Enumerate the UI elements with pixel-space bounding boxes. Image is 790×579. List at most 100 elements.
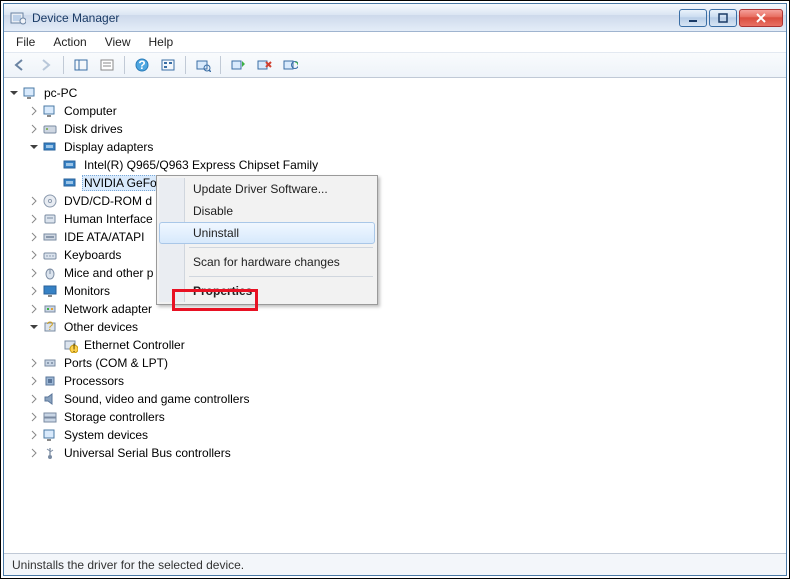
maximize-button[interactable] <box>709 9 737 27</box>
titlebar: Device Manager <box>4 4 786 32</box>
toolbar-separator <box>185 56 186 74</box>
expander-icon[interactable] <box>28 411 40 423</box>
sound-icon <box>42 391 58 407</box>
dvd-icon <box>42 193 58 209</box>
menu-help[interactable]: Help <box>141 34 182 50</box>
node-dvd[interactable]: DVD/CD-ROM d <box>62 193 154 209</box>
expander-icon[interactable] <box>28 285 40 297</box>
expander-icon[interactable] <box>8 87 20 99</box>
minimize-button[interactable] <box>679 9 707 27</box>
menu-file[interactable]: File <box>8 34 43 50</box>
ports-icon <box>42 355 58 371</box>
node-nvidia-adapter[interactable]: NVIDIA GeFo <box>82 175 159 191</box>
scan-hardware-button[interactable] <box>191 54 215 76</box>
expander-icon[interactable] <box>28 357 40 369</box>
show-hide-tree-button[interactable] <box>69 54 93 76</box>
node-intel-adapter[interactable]: Intel(R) Q965/Q963 Express Chipset Famil… <box>82 157 320 173</box>
expander-icon[interactable] <box>28 213 40 225</box>
statusbar: Uninstalls the driver for the selected d… <box>4 553 786 575</box>
node-disk-drives[interactable]: Disk drives <box>62 121 125 137</box>
toolbar-separator <box>220 56 221 74</box>
system-icon <box>42 427 58 443</box>
menubar: File Action View Help <box>4 32 786 52</box>
expander-icon[interactable] <box>28 321 40 333</box>
unknown-device-icon: ! <box>62 337 78 353</box>
node-computer[interactable]: Computer <box>62 103 119 119</box>
menu-view[interactable]: View <box>97 34 139 50</box>
context-properties[interactable]: Properties <box>159 280 375 302</box>
svg-text:?: ? <box>47 319 54 333</box>
processor-icon <box>42 373 58 389</box>
toolbar-separator <box>124 56 125 74</box>
context-separator <box>189 247 373 248</box>
update-driver-button[interactable] <box>226 54 250 76</box>
toolbar: ? <box>4 52 786 78</box>
expander-icon[interactable] <box>28 231 40 243</box>
computer-icon <box>42 103 58 119</box>
help-button[interactable]: ? <box>130 54 154 76</box>
back-button[interactable] <box>8 54 32 76</box>
window-title: Device Manager <box>32 11 679 25</box>
node-storage[interactable]: Storage controllers <box>62 409 167 425</box>
node-processors[interactable]: Processors <box>62 373 126 389</box>
node-monitors[interactable]: Monitors <box>62 283 112 299</box>
monitor-icon <box>42 283 58 299</box>
display-adapter-icon <box>42 139 58 155</box>
view-options-button[interactable] <box>156 54 180 76</box>
properties-button[interactable] <box>95 54 119 76</box>
disk-icon <box>42 121 58 137</box>
context-scan[interactable]: Scan for hardware changes <box>159 251 375 273</box>
context-update-driver[interactable]: Update Driver Software... <box>159 178 375 200</box>
expander-icon[interactable] <box>28 105 40 117</box>
svg-text:?: ? <box>138 58 145 72</box>
keyboard-icon <box>42 247 58 263</box>
hid-icon <box>42 211 58 227</box>
node-sound[interactable]: Sound, video and game controllers <box>62 391 251 407</box>
expander-icon[interactable] <box>28 429 40 441</box>
display-adapter-icon <box>62 157 78 173</box>
expander-icon[interactable] <box>28 393 40 405</box>
mouse-icon <box>42 265 58 281</box>
expander-icon[interactable] <box>28 267 40 279</box>
node-mice[interactable]: Mice and other p <box>62 265 155 281</box>
svg-text:!: ! <box>72 341 75 353</box>
expander-icon[interactable] <box>28 375 40 387</box>
node-network[interactable]: Network adapter <box>62 301 154 317</box>
toolbar-separator <box>63 56 64 74</box>
expander-icon[interactable] <box>28 447 40 459</box>
node-usb[interactable]: Universal Serial Bus controllers <box>62 445 233 461</box>
usb-icon <box>42 445 58 461</box>
expander-icon[interactable] <box>28 249 40 261</box>
close-button[interactable] <box>739 9 783 27</box>
node-ports[interactable]: Ports (COM & LPT) <box>62 355 170 371</box>
other-devices-icon: ? <box>42 319 58 335</box>
node-display-adapters[interactable]: Display adapters <box>62 139 155 155</box>
node-ide[interactable]: IDE ATA/ATAPI <box>62 229 146 245</box>
expander-icon[interactable] <box>28 303 40 315</box>
device-tree[interactable]: pc-PC Computer Disk drives <box>4 78 786 543</box>
context-uninstall[interactable]: Uninstall <box>159 222 375 244</box>
expander-icon[interactable] <box>28 141 40 153</box>
expander-icon[interactable] <box>28 195 40 207</box>
expander-icon[interactable] <box>28 123 40 135</box>
computer-root-icon <box>22 85 38 101</box>
display-adapter-icon <box>62 175 78 191</box>
storage-icon <box>42 409 58 425</box>
node-system[interactable]: System devices <box>62 427 150 443</box>
node-ethernet-controller[interactable]: Ethernet Controller <box>82 337 187 353</box>
context-separator <box>189 276 373 277</box>
node-keyboards[interactable]: Keyboards <box>62 247 123 263</box>
menu-action[interactable]: Action <box>45 34 94 50</box>
status-text: Uninstalls the driver for the selected d… <box>12 558 244 572</box>
context-menu: Update Driver Software... Disable Uninst… <box>156 175 378 305</box>
ide-icon <box>42 229 58 245</box>
app-icon <box>10 10 26 26</box>
node-other[interactable]: Other devices <box>62 319 140 335</box>
uninstall-device-button[interactable] <box>252 54 276 76</box>
network-icon <box>42 301 58 317</box>
context-disable[interactable]: Disable <box>159 200 375 222</box>
node-hid[interactable]: Human Interface <box>62 211 155 227</box>
forward-button[interactable] <box>34 54 58 76</box>
disable-device-button[interactable] <box>278 54 302 76</box>
tree-root[interactable]: pc-PC <box>42 85 79 101</box>
